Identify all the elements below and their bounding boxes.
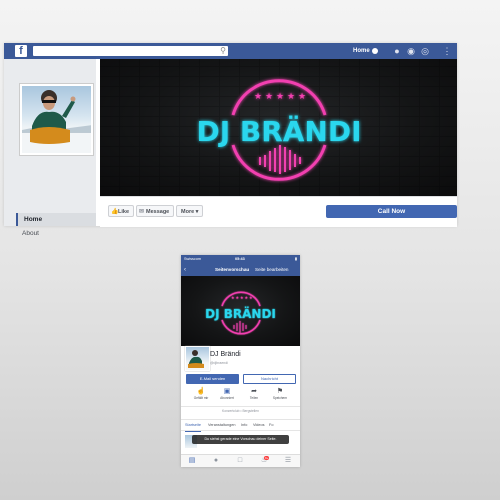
sidebar-item-about[interactable]: About (16, 227, 96, 240)
avatar-illustration (188, 350, 204, 368)
svg-text:★: ★ (249, 295, 253, 300)
message-button-mobile[interactable]: Nachricht (243, 374, 296, 384)
thumbs-up-icon: 👍 (111, 209, 119, 215)
avatar[interactable] (185, 346, 210, 371)
call-now-button[interactable]: Call Now (326, 205, 457, 218)
share-action[interactable]: ➦ Teilen (243, 388, 265, 404)
marketplace-icon[interactable]: □ (233, 456, 247, 466)
like-button[interactable]: 👍 Like (108, 205, 135, 217)
profile-photo-illustration (22, 90, 91, 153)
like-label: Like (118, 209, 130, 215)
mobile-cover-photo[interactable]: ★ ★ ★ ★ ★ DJ BRÄNDI (181, 276, 300, 346)
page-category: Konzertclub • Bergstellen (222, 409, 259, 413)
mobile-header: ‹ Seitenvorschau Seite bearbeiten (181, 264, 300, 276)
messenger-icon[interactable]: ◉ (406, 46, 416, 56)
follow-action-label: Abonniert (220, 396, 234, 400)
svg-text:★: ★ (265, 92, 273, 102)
follow-action[interactable]: ▣ Abonniert (216, 388, 238, 404)
sidebar-item-home[interactable]: Home (16, 213, 96, 226)
svg-text:★: ★ (287, 92, 295, 102)
svg-text:★: ★ (231, 295, 235, 300)
globe-icon[interactable]: ◎ (420, 46, 430, 56)
dj-logo: ★ ★ ★ ★ ★ DJ BRÄNDI (196, 79, 362, 181)
facebook-logo-icon[interactable]: f (15, 45, 27, 57)
send-email-button[interactable]: E-Mail senden (186, 374, 239, 384)
divider (181, 406, 300, 407)
svg-text:★: ★ (298, 92, 306, 102)
page-title: Seitenvorschau (215, 267, 250, 272)
back-arrow-icon[interactable]: ‹ (184, 264, 186, 276)
search-icon[interactable]: ⚲ (220, 46, 226, 56)
desktop-page-preview: f ⚲ Home ● ◉ ◎ ⋮ Home About ★ ★ ★ ★ ★ DJ… (4, 43, 457, 237)
tab-videos[interactable]: Videos (253, 420, 265, 431)
facebook-top-bar: f ⚲ Home ● ◉ ◎ ⋮ (4, 43, 457, 59)
dj-logo-mobile: ★ ★ ★ ★ ★ DJ BRÄNDI (205, 291, 276, 335)
left-column: Home About (4, 59, 96, 237)
tab-fotos[interactable]: Fo (269, 420, 273, 431)
svg-text:★: ★ (254, 92, 262, 102)
carrier-label: Swisscom (184, 257, 202, 261)
mobile-tabs: Startseite Veranstaltungen Info Videos F… (181, 419, 300, 432)
preview-toast: Du siehst gerade eine Vorschau deiner Se… (192, 435, 289, 444)
save-action[interactable]: ⚑ Speichern (269, 388, 291, 404)
svg-text:★: ★ (240, 295, 244, 300)
save-action-label: Speichern (272, 396, 288, 400)
edit-page-link[interactable]: Seite bearbeiten (255, 264, 288, 276)
menu-icon[interactable]: ☰ (281, 456, 295, 466)
message-icon: ✉ (139, 209, 145, 215)
message-label: Message (146, 209, 170, 215)
more-button[interactable]: More ▾ (176, 205, 204, 217)
feed-icon[interactable]: ▤ (185, 456, 199, 466)
clock: 05:43 (235, 257, 245, 261)
share-icon: ➦ (251, 388, 257, 395)
tab-startseite[interactable]: Startseite (185, 420, 202, 432)
page-handle: @djbraendi (210, 361, 228, 365)
home-badge (372, 48, 378, 54)
friends-icon[interactable]: ● (209, 456, 223, 466)
svg-text:★: ★ (276, 92, 284, 102)
battery-icon: ▮ (294, 257, 297, 261)
share-action-label: Teilen (249, 396, 259, 400)
tab-info[interactable]: Info (241, 420, 247, 431)
tab-veranstaltungen[interactable]: Veranstaltungen (208, 420, 235, 431)
svg-text:★: ★ (245, 295, 249, 300)
bookmark-icon: ⚑ (276, 388, 284, 395)
like-action[interactable]: ☝ Gefällt mir (190, 388, 212, 404)
mobile-page-preview: Swisscom 05:43 ▮ ‹ Seitenvorschau Seite … (181, 255, 300, 467)
svg-text:★: ★ (236, 295, 240, 300)
mobile-cover-logo-text: DJ BRÄNDI (205, 306, 276, 321)
more-label: More (181, 209, 195, 215)
thumbs-up-icon: ☝ (196, 388, 206, 395)
bottom-nav: ▤ ● □ ♨ 9+ ☰ (181, 454, 300, 467)
status-bar: Swisscom 05:43 ▮ (181, 255, 300, 264)
message-button[interactable]: ✉ Message (136, 205, 175, 217)
page-action-bar: 👍 Like ✉ Message More ▾ Call Now (100, 196, 457, 227)
cover-photo[interactable]: ★ ★ ★ ★ ★ DJ BRÄNDI (100, 59, 457, 196)
search-input[interactable]: ⚲ (33, 46, 228, 56)
cover-logo-text: DJ BRÄNDI (196, 114, 361, 148)
friends-icon[interactable]: ● (392, 46, 402, 56)
chevron-down-icon: ▾ (195, 209, 199, 215)
page-name: DJ Brändi (210, 351, 241, 358)
help-icon[interactable]: ⋮ (442, 46, 452, 56)
home-link[interactable]: Home (353, 46, 370, 56)
follow-icon: ▣ (223, 388, 231, 395)
profile-picture[interactable] (19, 83, 94, 156)
like-action-label: Gefällt mir (193, 396, 209, 400)
